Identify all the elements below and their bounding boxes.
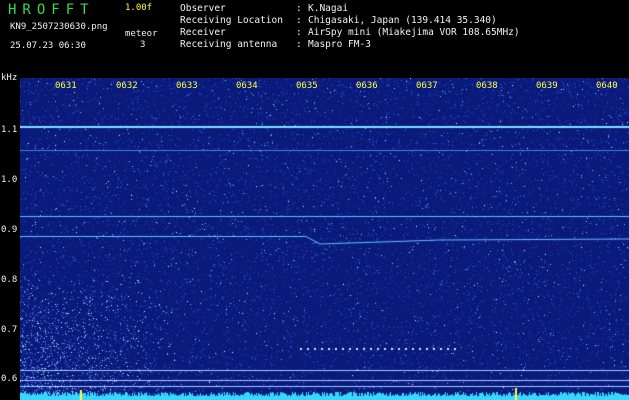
- y-tick-label: 1.1: [1, 125, 18, 135]
- time-tick: 0636: [356, 81, 378, 91]
- info-value-location: Chigasaki, Japan (139.414 35.340): [308, 15, 497, 26]
- y-tick-label: 0.8: [1, 275, 18, 285]
- time-tick: 0634: [236, 81, 258, 91]
- datetime-label: 25.07.23 06:30: [10, 41, 86, 51]
- spectrogram[interactable]: [20, 78, 629, 400]
- time-tick: 0632: [116, 81, 138, 91]
- meteor-count: 3: [140, 40, 146, 50]
- info-colon: :: [296, 15, 302, 26]
- info-label-observer: Observer: [180, 3, 226, 14]
- y-tick-label: 1.0: [1, 175, 18, 185]
- time-tick: 0640: [596, 81, 618, 91]
- info-colon: :: [296, 39, 302, 50]
- unit-label: kHz: [1, 73, 18, 83]
- time-tick: 0639: [536, 81, 558, 91]
- y-tick-label: 0.7: [1, 325, 18, 335]
- info-label-receiver: Receiver: [180, 27, 226, 38]
- version-label: 1.00f: [125, 3, 153, 13]
- time-tick: 0633: [176, 81, 198, 91]
- time-tick: 0637: [416, 81, 438, 91]
- info-value-observer: K.Nagai: [308, 3, 349, 14]
- time-tick: 0635: [296, 81, 318, 91]
- filename-label: KN9_2507230630.png: [10, 22, 108, 32]
- y-tick-label: 0.9: [1, 225, 18, 235]
- info-label-location: Receiving Location: [180, 15, 283, 26]
- info-value-antenna: Maspro FM-3: [308, 39, 371, 50]
- info-colon: :: [296, 27, 302, 38]
- time-tick: 0631: [55, 81, 77, 91]
- info-value-receiver: AirSpy mini (Miakejima VOR 108.65MHz): [308, 27, 520, 38]
- info-colon: :: [296, 3, 302, 14]
- y-tick-label: 0.6: [1, 374, 18, 384]
- time-tick: 0638: [476, 81, 498, 91]
- meteor-label: meteor: [125, 29, 158, 39]
- info-label-antenna: Receiving antenna: [180, 39, 278, 50]
- app-logo: HROFFT: [8, 2, 95, 18]
